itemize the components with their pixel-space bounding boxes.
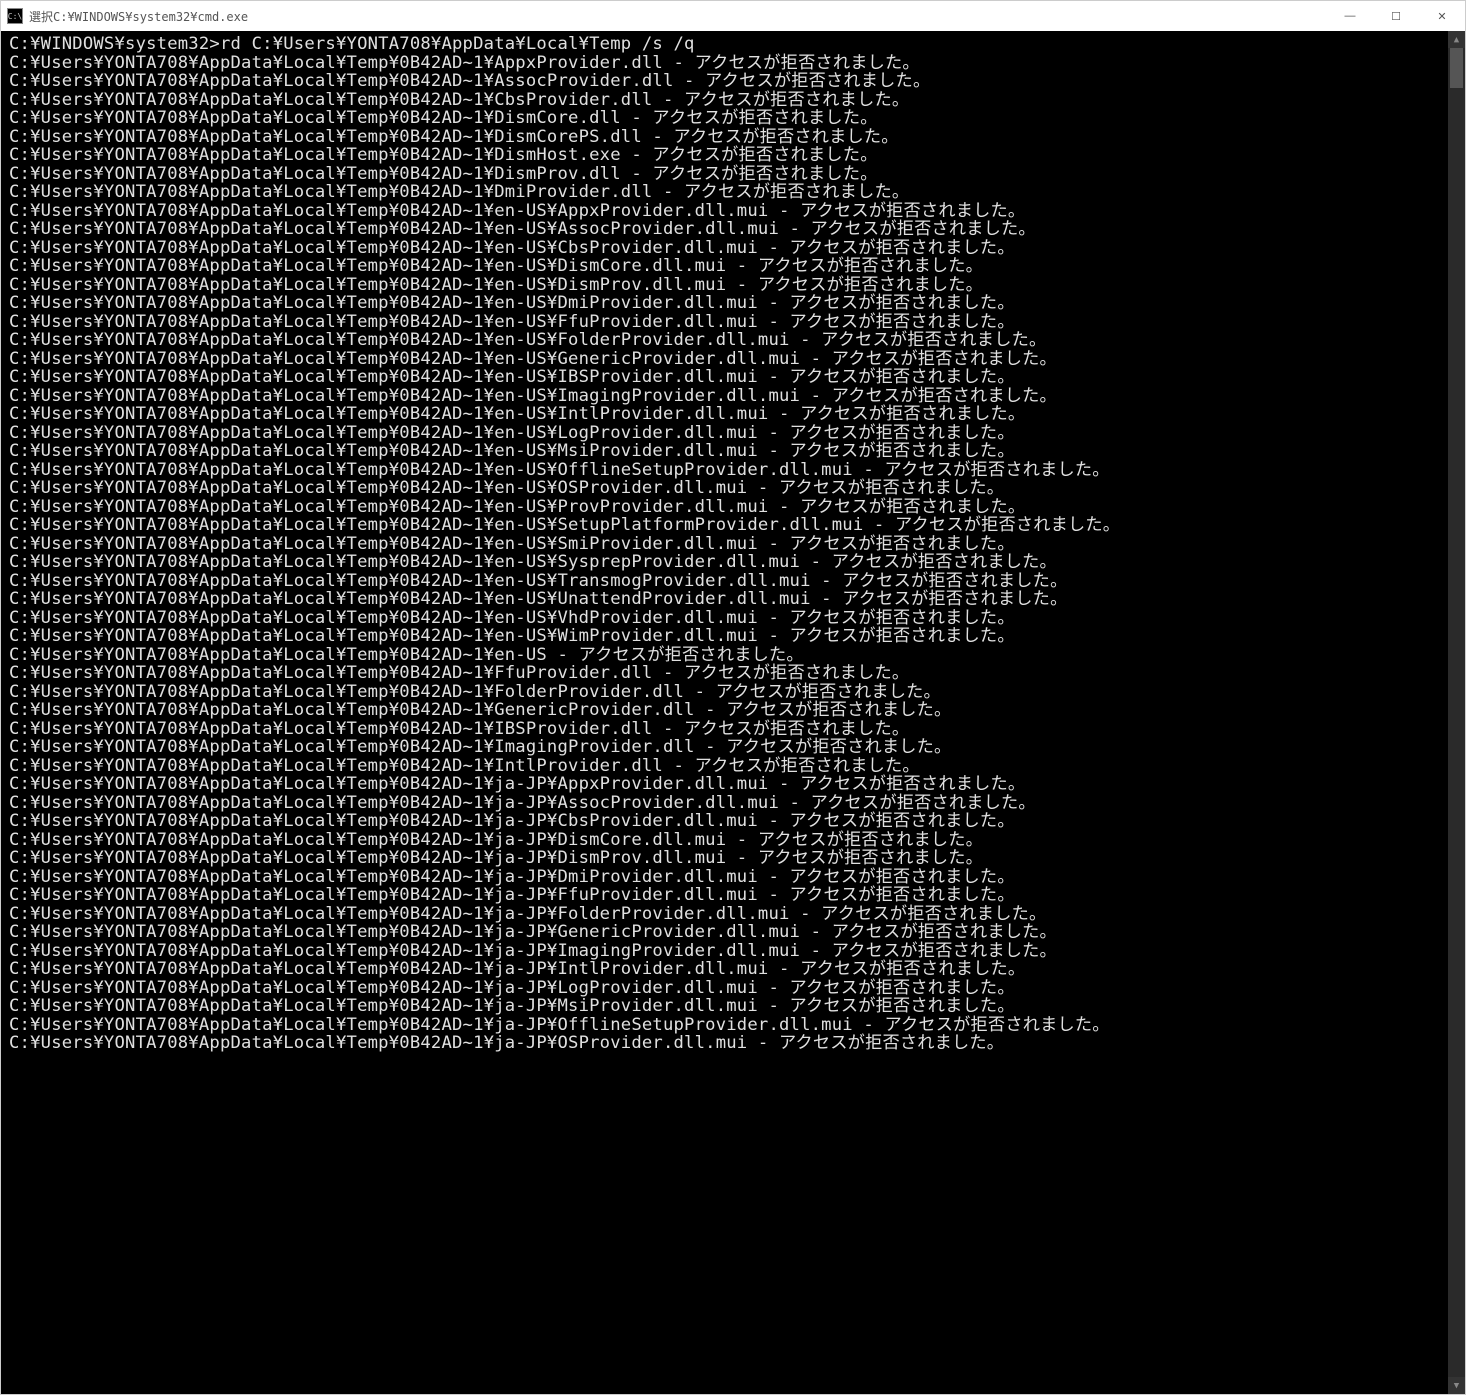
cmd-icon: C:\ (7, 8, 23, 24)
output-line: C:¥Users¥YONTA708¥AppData¥Local¥Temp¥0B4… (9, 294, 1463, 313)
output-line: C:¥Users¥YONTA708¥AppData¥Local¥Temp¥0B4… (9, 146, 1463, 165)
titlebar[interactable]: C:\ 選択C:¥WINDOWS¥system32¥cmd.exe — ☐ ✕ (1, 1, 1465, 31)
output-line: C:¥Users¥YONTA708¥AppData¥Local¥Temp¥0B4… (9, 794, 1463, 813)
output-line: C:¥Users¥YONTA708¥AppData¥Local¥Temp¥0B4… (9, 627, 1463, 646)
output-line: C:¥Users¥YONTA708¥AppData¥Local¥Temp¥0B4… (9, 553, 1463, 572)
output-line: C:¥Users¥YONTA708¥AppData¥Local¥Temp¥0B4… (9, 128, 1463, 147)
output-line: C:¥Users¥YONTA708¥AppData¥Local¥Temp¥0B4… (9, 905, 1463, 924)
output-line: C:¥Users¥YONTA708¥AppData¥Local¥Temp¥0B4… (9, 1034, 1463, 1053)
output-line: C:¥Users¥YONTA708¥AppData¥Local¥Temp¥0B4… (9, 405, 1463, 424)
output-line: C:¥Users¥YONTA708¥AppData¥Local¥Temp¥0B4… (9, 276, 1463, 295)
output-line: C:¥Users¥YONTA708¥AppData¥Local¥Temp¥0B4… (9, 1016, 1463, 1035)
output-line: C:¥Users¥YONTA708¥AppData¥Local¥Temp¥0B4… (9, 442, 1463, 461)
output-line: C:¥Users¥YONTA708¥AppData¥Local¥Temp¥0B4… (9, 701, 1463, 720)
output-line: C:¥Users¥YONTA708¥AppData¥Local¥Temp¥0B4… (9, 535, 1463, 554)
cmd-window: C:\ 選択C:¥WINDOWS¥system32¥cmd.exe — ☐ ✕ … (0, 0, 1466, 1395)
output-line: C:¥Users¥YONTA708¥AppData¥Local¥Temp¥0B4… (9, 923, 1463, 942)
output-line: C:¥Users¥YONTA708¥AppData¥Local¥Temp¥0B4… (9, 387, 1463, 406)
output-line: C:¥Users¥YONTA708¥AppData¥Local¥Temp¥0B4… (9, 664, 1463, 683)
output-line: C:¥Users¥YONTA708¥AppData¥Local¥Temp¥0B4… (9, 590, 1463, 609)
output-line: C:¥Users¥YONTA708¥AppData¥Local¥Temp¥0B4… (9, 220, 1463, 239)
command-line: C:¥WINDOWS¥system32>rd C:¥Users¥YONTA708… (9, 35, 1463, 54)
close-button[interactable]: ✕ (1419, 1, 1465, 31)
output-line: C:¥Users¥YONTA708¥AppData¥Local¥Temp¥0B4… (9, 960, 1463, 979)
console-area: C:¥WINDOWS¥system32>rd C:¥Users¥YONTA708… (1, 31, 1465, 1394)
output-line: C:¥Users¥YONTA708¥AppData¥Local¥Temp¥0B4… (9, 812, 1463, 831)
output-line: C:¥Users¥YONTA708¥AppData¥Local¥Temp¥0B4… (9, 350, 1463, 369)
window-controls: — ☐ ✕ (1327, 1, 1465, 31)
output-line: C:¥Users¥YONTA708¥AppData¥Local¥Temp¥0B4… (9, 368, 1463, 387)
output-line: C:¥Users¥YONTA708¥AppData¥Local¥Temp¥0B4… (9, 72, 1463, 91)
output-line: C:¥Users¥YONTA708¥AppData¥Local¥Temp¥0B4… (9, 461, 1463, 480)
console-output[interactable]: C:¥WINDOWS¥system32>rd C:¥Users¥YONTA708… (1, 31, 1465, 1057)
output-line: C:¥Users¥YONTA708¥AppData¥Local¥Temp¥0B4… (9, 54, 1463, 73)
output-line: C:¥Users¥YONTA708¥AppData¥Local¥Temp¥0B4… (9, 775, 1463, 794)
output-line: C:¥Users¥YONTA708¥AppData¥Local¥Temp¥0B4… (9, 868, 1463, 887)
output-line: C:¥Users¥YONTA708¥AppData¥Local¥Temp¥0B4… (9, 886, 1463, 905)
output-line: C:¥Users¥YONTA708¥AppData¥Local¥Temp¥0B4… (9, 257, 1463, 276)
output-line: C:¥Users¥YONTA708¥AppData¥Local¥Temp¥0B4… (9, 720, 1463, 739)
window-title: 選択C:¥WINDOWS¥system32¥cmd.exe (29, 8, 1327, 25)
output-line: C:¥Users¥YONTA708¥AppData¥Local¥Temp¥0B4… (9, 424, 1463, 443)
output-line: C:¥Users¥YONTA708¥AppData¥Local¥Temp¥0B4… (9, 109, 1463, 128)
output-line: C:¥Users¥YONTA708¥AppData¥Local¥Temp¥0B4… (9, 997, 1463, 1016)
output-line: C:¥Users¥YONTA708¥AppData¥Local¥Temp¥0B4… (9, 239, 1463, 258)
output-line: C:¥Users¥YONTA708¥AppData¥Local¥Temp¥0B4… (9, 331, 1463, 350)
output-line: C:¥Users¥YONTA708¥AppData¥Local¥Temp¥0B4… (9, 572, 1463, 591)
minimize-button[interactable]: — (1327, 1, 1373, 31)
output-line: C:¥Users¥YONTA708¥AppData¥Local¥Temp¥0B4… (9, 479, 1463, 498)
maximize-button[interactable]: ☐ (1373, 1, 1419, 31)
output-line: C:¥Users¥YONTA708¥AppData¥Local¥Temp¥0B4… (9, 609, 1463, 628)
output-line: C:¥Users¥YONTA708¥AppData¥Local¥Temp¥0B4… (9, 313, 1463, 332)
output-line: C:¥Users¥YONTA708¥AppData¥Local¥Temp¥0B4… (9, 738, 1463, 757)
output-line: C:¥Users¥YONTA708¥AppData¥Local¥Temp¥0B4… (9, 831, 1463, 850)
vertical-scrollbar[interactable]: ▲ ▼ (1448, 31, 1465, 1394)
output-line: C:¥Users¥YONTA708¥AppData¥Local¥Temp¥0B4… (9, 91, 1463, 110)
scroll-thumb[interactable] (1450, 48, 1463, 88)
output-line: C:¥Users¥YONTA708¥AppData¥Local¥Temp¥0B4… (9, 646, 1463, 665)
scroll-down-icon[interactable]: ▼ (1448, 1377, 1465, 1394)
scroll-up-icon[interactable]: ▲ (1448, 31, 1465, 48)
output-line: C:¥Users¥YONTA708¥AppData¥Local¥Temp¥0B4… (9, 942, 1463, 961)
output-line: C:¥Users¥YONTA708¥AppData¥Local¥Temp¥0B4… (9, 202, 1463, 221)
output-line: C:¥Users¥YONTA708¥AppData¥Local¥Temp¥0B4… (9, 165, 1463, 184)
output-line: C:¥Users¥YONTA708¥AppData¥Local¥Temp¥0B4… (9, 757, 1463, 776)
output-line: C:¥Users¥YONTA708¥AppData¥Local¥Temp¥0B4… (9, 683, 1463, 702)
output-line: C:¥Users¥YONTA708¥AppData¥Local¥Temp¥0B4… (9, 849, 1463, 868)
output-line: C:¥Users¥YONTA708¥AppData¥Local¥Temp¥0B4… (9, 516, 1463, 535)
output-line: C:¥Users¥YONTA708¥AppData¥Local¥Temp¥0B4… (9, 183, 1463, 202)
output-line: C:¥Users¥YONTA708¥AppData¥Local¥Temp¥0B4… (9, 498, 1463, 517)
output-line: C:¥Users¥YONTA708¥AppData¥Local¥Temp¥0B4… (9, 979, 1463, 998)
